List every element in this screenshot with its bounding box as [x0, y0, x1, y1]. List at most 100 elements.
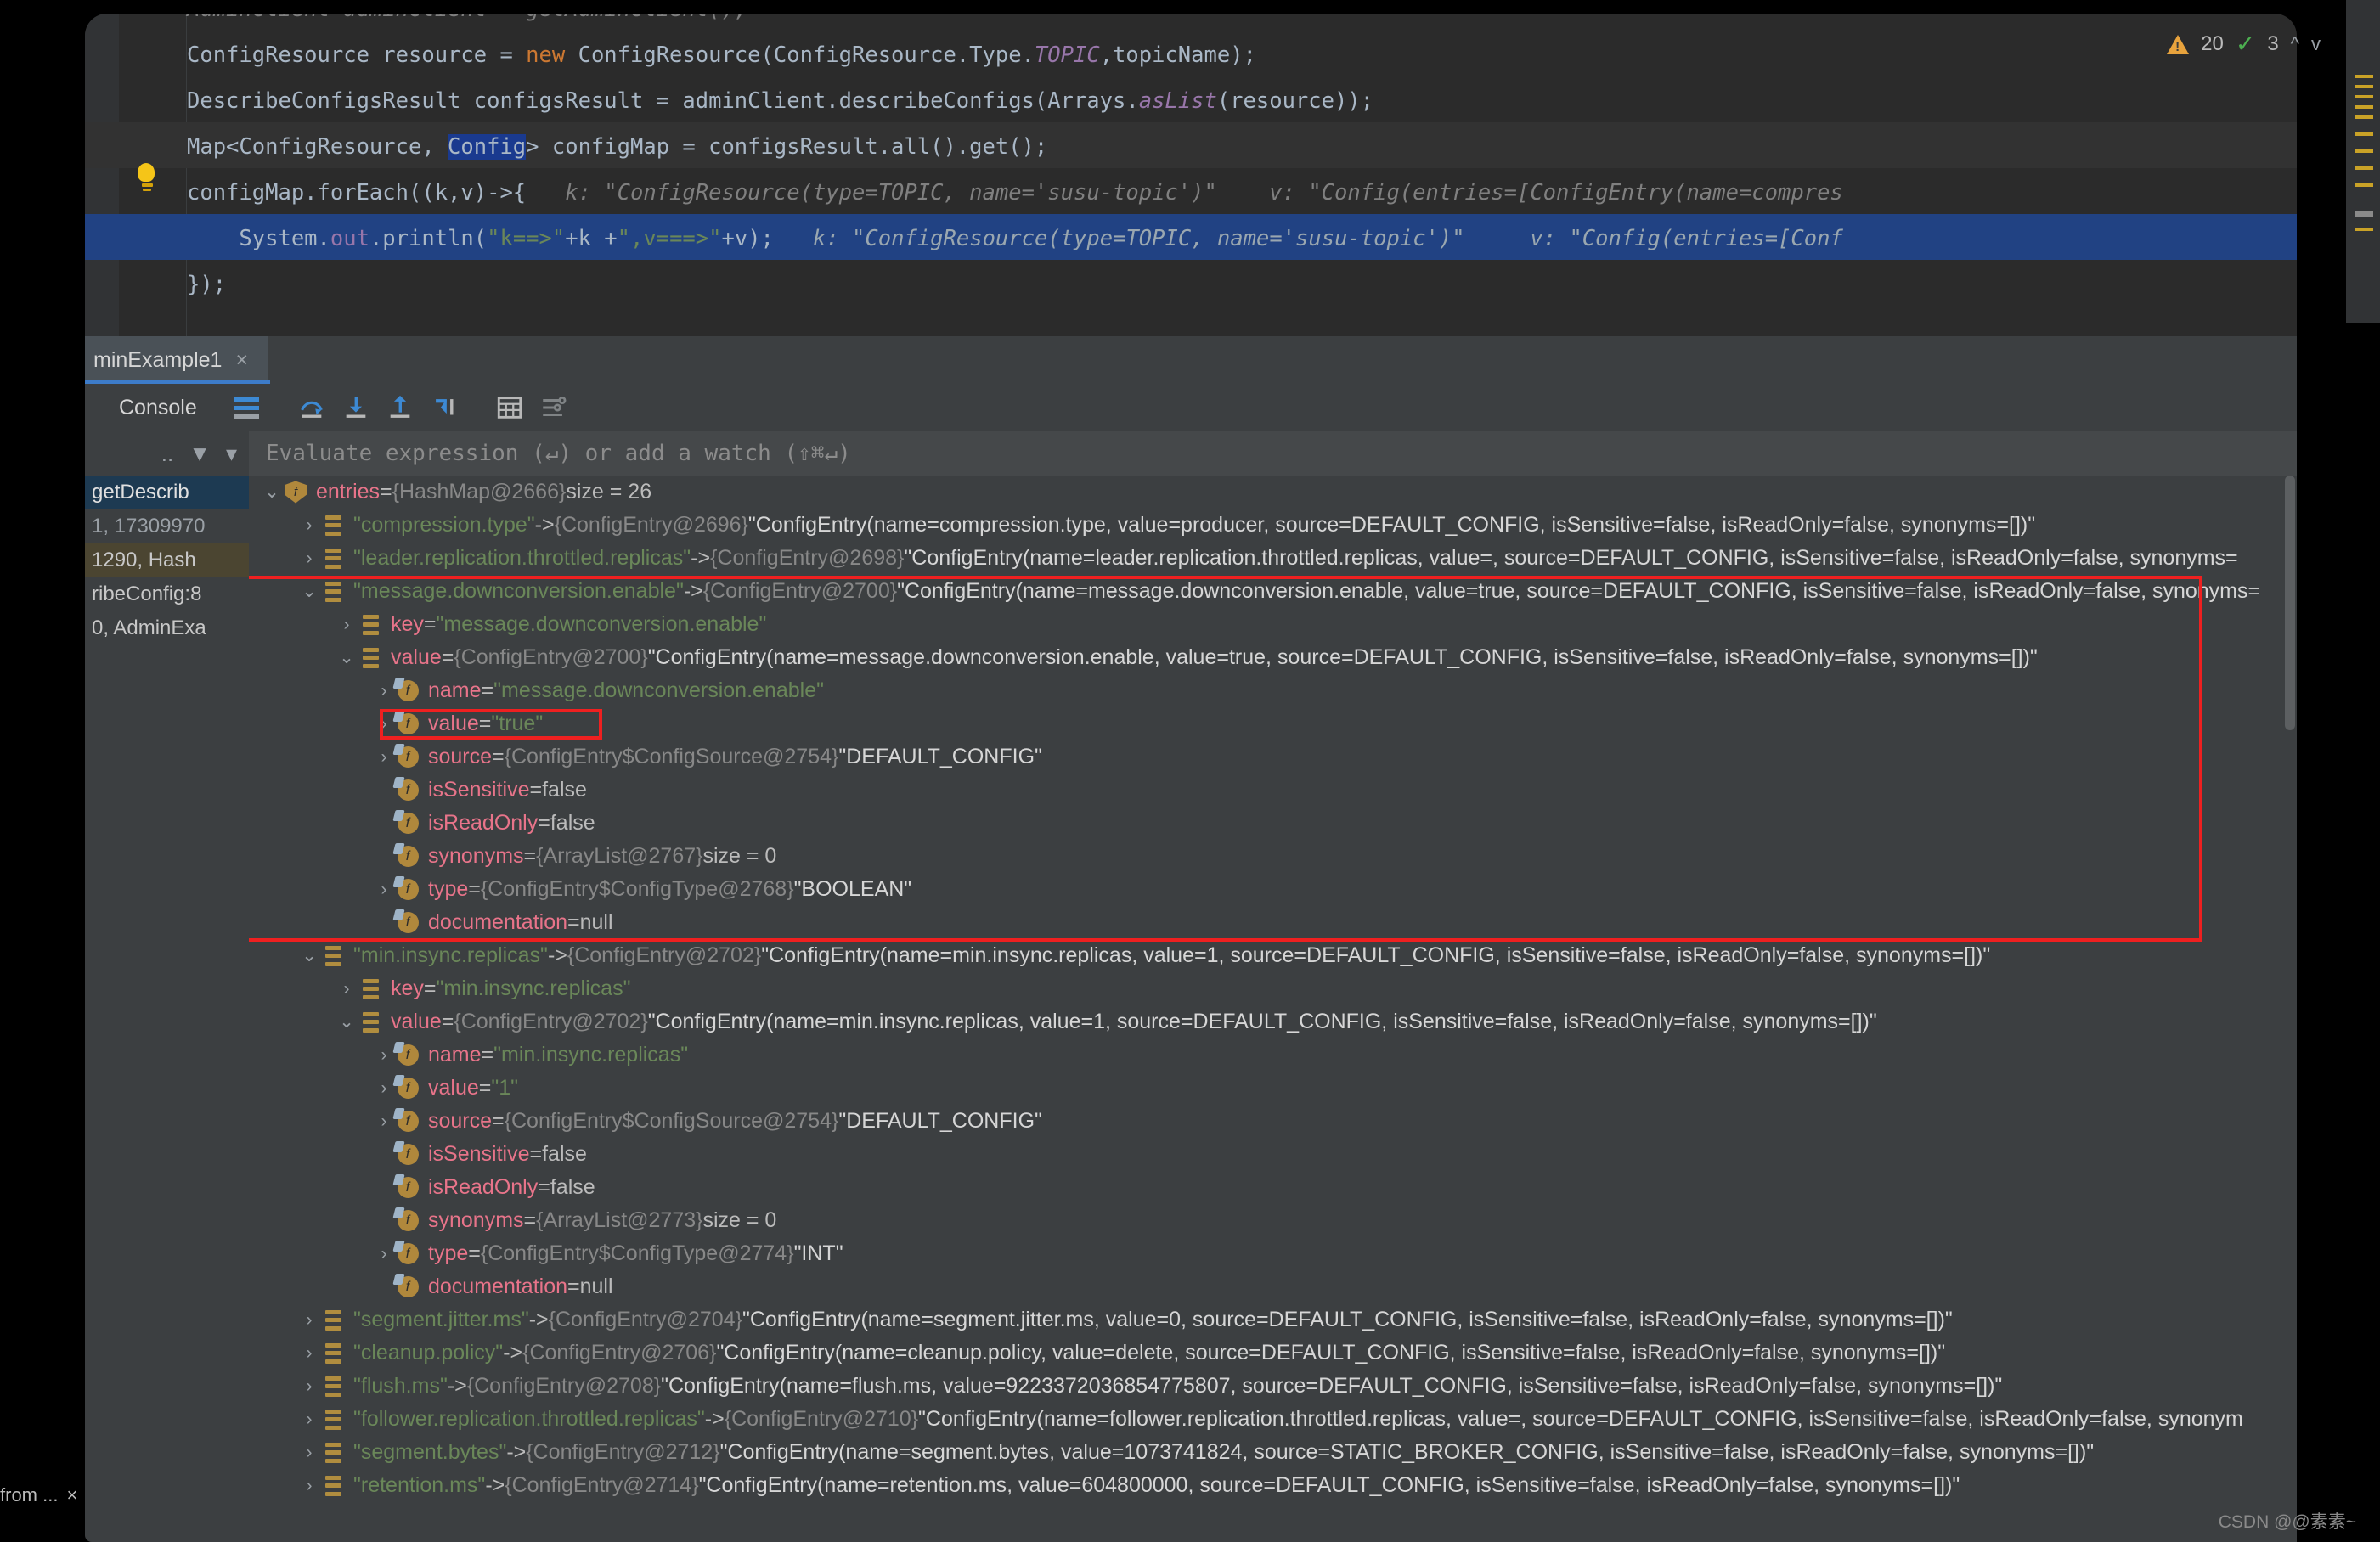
variable-row[interactable]: › f source = {ConfigEntry$ConfigSource@275… — [249, 1105, 2297, 1138]
variable-name: type — [428, 1241, 469, 1265]
variable-row[interactable]: › f type = {ConfigEntry$ConfigType@2774} "… — [249, 1237, 2297, 1270]
frame-list-item[interactable]: getDescrib — [85, 476, 249, 509]
variable-row[interactable]: f isReadOnly = false — [249, 807, 2297, 840]
variable-row[interactable]: ⌄ f entries = {HashMap@2666} size = 26 — [249, 476, 2297, 509]
variable-row[interactable]: › f source = {ConfigEntry$ConfigSource@275… — [249, 740, 2297, 774]
chevron-right-icon[interactable]: › — [373, 1111, 395, 1132]
variable-row[interactable]: › "segment.bytes" -> {ConfigEntry@2712} "… — [249, 1436, 2297, 1469]
code-line[interactable]: DescribeConfigsResult configsResult = ad… — [187, 78, 1373, 124]
variables-tree[interactable]: ⌄ f entries = {HashMap@2666} size = 26 › "co… — [249, 476, 2297, 1520]
frames-footer[interactable]: from ... × — [0, 1484, 77, 1506]
code-line[interactable]: configMap.forEach((k,v)->{ k: "ConfigRes… — [187, 170, 1843, 216]
frame-list-item[interactable]: ribeConfig:8 — [85, 577, 249, 611]
variable-row[interactable]: › f value = "1" — [249, 1072, 2297, 1105]
chevron-right-icon[interactable]: › — [298, 549, 320, 569]
console-label[interactable]: Console — [119, 396, 197, 420]
variable-row[interactable]: f documentation = null — [249, 1270, 2297, 1303]
variable-row[interactable]: f documentation = null — [249, 906, 2297, 939]
chevron-right-icon[interactable]: › — [298, 1476, 320, 1496]
chevron-right-icon[interactable]: › — [298, 1376, 320, 1397]
variable-row[interactable]: ⌄ "message.downconversion.enable" -> {Con… — [249, 575, 2297, 608]
step-out-icon[interactable] — [378, 388, 422, 427]
variable-row[interactable]: › f value = "true" — [249, 707, 2297, 740]
settings-icon[interactable] — [532, 388, 576, 427]
variable-row[interactable]: › "retention.ms" -> {ConfigEntry@2714} "C… — [249, 1469, 2297, 1502]
next-highlight-icon[interactable]: v — [2311, 33, 2321, 55]
step-into-icon[interactable] — [334, 388, 378, 427]
variable-row[interactable]: › "leader.replication.throttled.replicas"… — [249, 542, 2297, 575]
frames-panel[interactable]: .. ▼ ▾ getDescrib 1, 17309970 1290, Hash ri… — [85, 431, 249, 1520]
frame-list-item[interactable]: 1, 17309970 — [85, 509, 249, 543]
chevron-right-icon[interactable]: › — [373, 880, 395, 900]
frames-list[interactable]: getDescrib 1, 17309970 1290, Hash ribeConfi… — [85, 476, 249, 645]
chevron-down-icon[interactable]: ⌄ — [261, 481, 283, 503]
variable-row[interactable]: › "compression.type" -> {ConfigEntry@2696… — [249, 509, 2297, 542]
chevron-right-icon[interactable]: › — [336, 979, 358, 999]
dropdown-icon[interactable]: ▾ — [226, 441, 237, 467]
chevron-right-icon[interactable]: › — [373, 1078, 395, 1099]
chevron-down-icon[interactable]: ⌄ — [298, 945, 320, 966]
code-line[interactable]: ConfigResource resource = new ConfigReso… — [187, 32, 1256, 78]
close-icon[interactable]: × — [66, 1484, 77, 1506]
chevron-right-icon[interactable]: › — [298, 1410, 320, 1430]
code-line[interactable]: System.out.println("k==>"+k +",v===>"+v)… — [187, 216, 1842, 262]
chevron-down-icon[interactable]: ⌄ — [336, 1011, 358, 1033]
variable-row[interactable]: f synonyms = {ArrayList@2773} size = 0 — [249, 1204, 2297, 1237]
run-tabs-bar[interactable]: minExample1 × — [85, 336, 2297, 384]
code-line[interactable]: AdminClient adminClient = getAdminClient… — [187, 14, 747, 32]
variable-row[interactable]: › "cleanup.policy" -> {ConfigEntry@2706} … — [249, 1337, 2297, 1370]
prev-highlight-icon[interactable]: ^ — [2291, 33, 2299, 55]
chevron-right-icon[interactable]: › — [373, 1045, 395, 1066]
variable-row[interactable]: › f type = {ConfigEntry$ConfigType@2768} "… — [249, 873, 2297, 906]
variable-row[interactable]: ⌄ "min.insync.replicas" -> {ConfigEntry@2… — [249, 939, 2297, 972]
chevron-right-icon[interactable]: › — [298, 515, 320, 536]
variable-row[interactable]: › "follower.replication.throttled.replica… — [249, 1403, 2297, 1436]
frame-list-item[interactable]: 0, AdminExa — [85, 611, 249, 645]
code-line[interactable]: Map<ConfigResource, Config> configMap = … — [187, 124, 1047, 170]
chevron-right-icon[interactable]: › — [373, 747, 395, 768]
variable-row[interactable]: f isReadOnly = false — [249, 1171, 2297, 1204]
variable-row[interactable]: › f name = "min.insync.replicas" — [249, 1038, 2297, 1072]
inspection-status[interactable]: 20 ✓ 3 ^ v — [2167, 32, 2321, 56]
tree-scrollbar[interactable] — [2285, 476, 2295, 730]
chevron-right-icon[interactable]: › — [298, 1343, 320, 1364]
variable-row[interactable]: ⌄ value = {ConfigEntry@2700} "ConfigEntry… — [249, 641, 2297, 674]
variable-row[interactable]: f synonyms = {ArrayList@2767} size = 0 — [249, 840, 2297, 873]
variable-row[interactable]: › "flush.ms" -> {ConfigEntry@2708} "Confi… — [249, 1370, 2297, 1403]
evaluate-expression-input[interactable]: Evaluate expression (↵) or add a watch (… — [249, 431, 2297, 476]
code-content[interactable]: AdminClient adminClient = getAdminClient… — [85, 14, 2297, 336]
filter-icon[interactable]: ▼ — [189, 441, 211, 467]
variable-row[interactable]: › "segment.jitter.ms" -> {ConfigEntry@270… — [249, 1303, 2297, 1337]
frames-toolbar[interactable]: .. ▼ ▾ — [85, 431, 249, 476]
wrap-lines-icon[interactable] — [224, 388, 268, 427]
chevron-right-icon[interactable]: › — [336, 615, 358, 635]
tab-adminexample1[interactable]: minExample1 × — [85, 336, 269, 384]
chevron-down-icon[interactable]: ⌄ — [298, 581, 320, 602]
table-view-icon[interactable] — [488, 388, 532, 427]
variable-row[interactable]: f isSensitive = false — [249, 774, 2297, 807]
variable-row[interactable]: › key = "min.insync.replicas" — [249, 972, 2297, 1005]
step-over-icon[interactable] — [290, 388, 334, 427]
run-to-cursor-icon[interactable] — [422, 388, 466, 427]
code-editor[interactable]: AdminClient adminClient = getAdminClient… — [85, 14, 2297, 336]
variable-row[interactable]: ⌄ value = {ConfigEntry@2702} "ConfigEntry… — [249, 1005, 2297, 1038]
chevron-right-icon[interactable]: › — [373, 681, 395, 701]
variable-row[interactable]: › key = "message.downconversion.enable" — [249, 608, 2297, 641]
variable-object-ref: {ConfigEntry$ConfigType@2768} — [480, 877, 794, 901]
variables-tree-rows[interactable]: ⌄ f entries = {HashMap@2666} size = 26 › "co… — [249, 476, 2297, 1502]
variable-row[interactable]: f isSensitive = false — [249, 1138, 2297, 1171]
field-icon: f — [395, 779, 420, 801]
chevron-right-icon[interactable]: › — [373, 714, 395, 734]
editor-error-stripe[interactable] — [2346, 0, 2380, 323]
code-line[interactable]: }); — [187, 262, 226, 307]
frame-list-item[interactable]: 1290, Hash — [85, 543, 249, 577]
more-icon[interactable]: .. — [161, 441, 173, 467]
debugger-toolbar[interactable]: Console — [85, 384, 2297, 431]
chevron-right-icon[interactable]: › — [373, 1244, 395, 1264]
chevron-right-icon[interactable]: › — [298, 1310, 320, 1331]
variable-row[interactable]: › f name = "message.downconversion.enable" — [249, 674, 2297, 707]
chevron-right-icon[interactable]: › — [298, 1443, 320, 1463]
chevron-down-icon[interactable]: ⌄ — [336, 647, 358, 668]
close-icon[interactable]: × — [235, 348, 248, 373]
chevron-right-icon — [373, 847, 395, 867]
